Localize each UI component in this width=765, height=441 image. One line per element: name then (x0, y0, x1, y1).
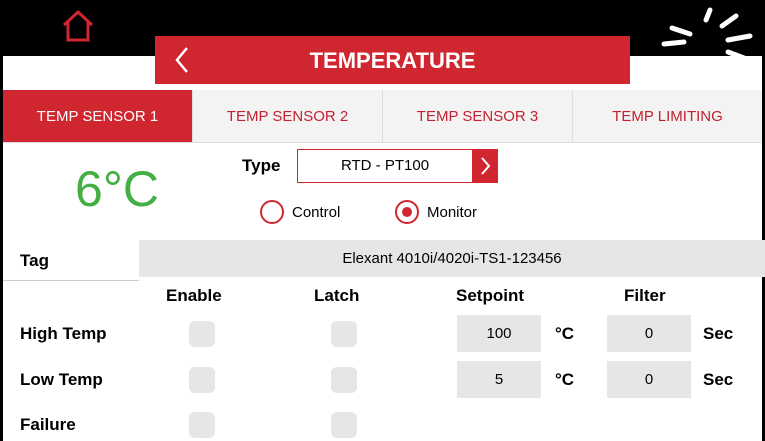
title-bar: TEMPERATURE (155, 36, 630, 84)
low-temp-latch-checkbox[interactable] (331, 367, 357, 393)
high-temp-latch-checkbox[interactable] (331, 321, 357, 347)
temperature-reading: 6°C (75, 161, 159, 217)
high-temp-enable-checkbox[interactable] (189, 321, 215, 347)
high-temp-filter-unit: Sec (703, 324, 734, 343)
column-header-latch: Latch (314, 286, 360, 305)
radio-monitor-label: Monitor (427, 203, 478, 221)
radio-control[interactable]: Control (260, 200, 340, 224)
tag-field[interactable]: Elexant 4010i/4020i-TS1-123456 (139, 240, 765, 277)
row-label-low-temp: Low Temp (20, 370, 103, 389)
failure-enable-checkbox[interactable] (189, 412, 215, 438)
failure-latch-checkbox[interactable] (331, 412, 357, 438)
tab-temp-sensor-3[interactable]: TEMP SENSOR 3 (383, 90, 573, 142)
row-label-high-temp: High Temp (20, 324, 107, 343)
divider (3, 280, 139, 281)
column-header-enable: Enable (166, 286, 222, 305)
high-temp-setpoint-unit: °C (555, 324, 575, 343)
radio-control-circle[interactable] (260, 200, 284, 224)
type-select[interactable]: RTD - PT100 (297, 149, 473, 183)
column-header-setpoint: Setpoint (456, 286, 524, 305)
tab-temp-limiting[interactable]: TEMP LIMITING (573, 90, 762, 142)
low-temp-setpoint-input[interactable]: 5 (457, 361, 541, 398)
high-temp-setpoint-input[interactable]: 100 (457, 315, 541, 352)
tab-temp-sensor-1[interactable]: TEMP SENSOR 1 (3, 90, 193, 142)
high-temp-filter-input[interactable]: 0 (607, 315, 691, 352)
column-header-filter: Filter (624, 286, 666, 305)
page-title: TEMPERATURE (309, 48, 476, 73)
radio-monitor-circle[interactable] (395, 200, 419, 224)
tag-label: Tag (20, 251, 49, 270)
low-temp-filter-input[interactable]: 0 (607, 361, 691, 398)
chevron-right-icon[interactable] (473, 149, 498, 183)
low-temp-setpoint-unit: °C (555, 370, 575, 389)
tab-temp-sensor-2[interactable]: TEMP SENSOR 2 (193, 90, 383, 142)
radio-monitor[interactable]: Monitor (395, 200, 477, 224)
sensor-tabs: TEMP SENSOR 1 TEMP SENSOR 2 TEMP SENSOR … (3, 90, 762, 143)
radio-control-label: Control (292, 203, 341, 221)
low-temp-enable-checkbox[interactable] (189, 367, 215, 393)
home-icon[interactable] (60, 8, 96, 44)
type-label: Type (242, 156, 281, 175)
row-label-failure: Failure (20, 415, 76, 434)
low-temp-filter-unit: Sec (703, 370, 734, 389)
spinner-icon (661, 7, 753, 60)
